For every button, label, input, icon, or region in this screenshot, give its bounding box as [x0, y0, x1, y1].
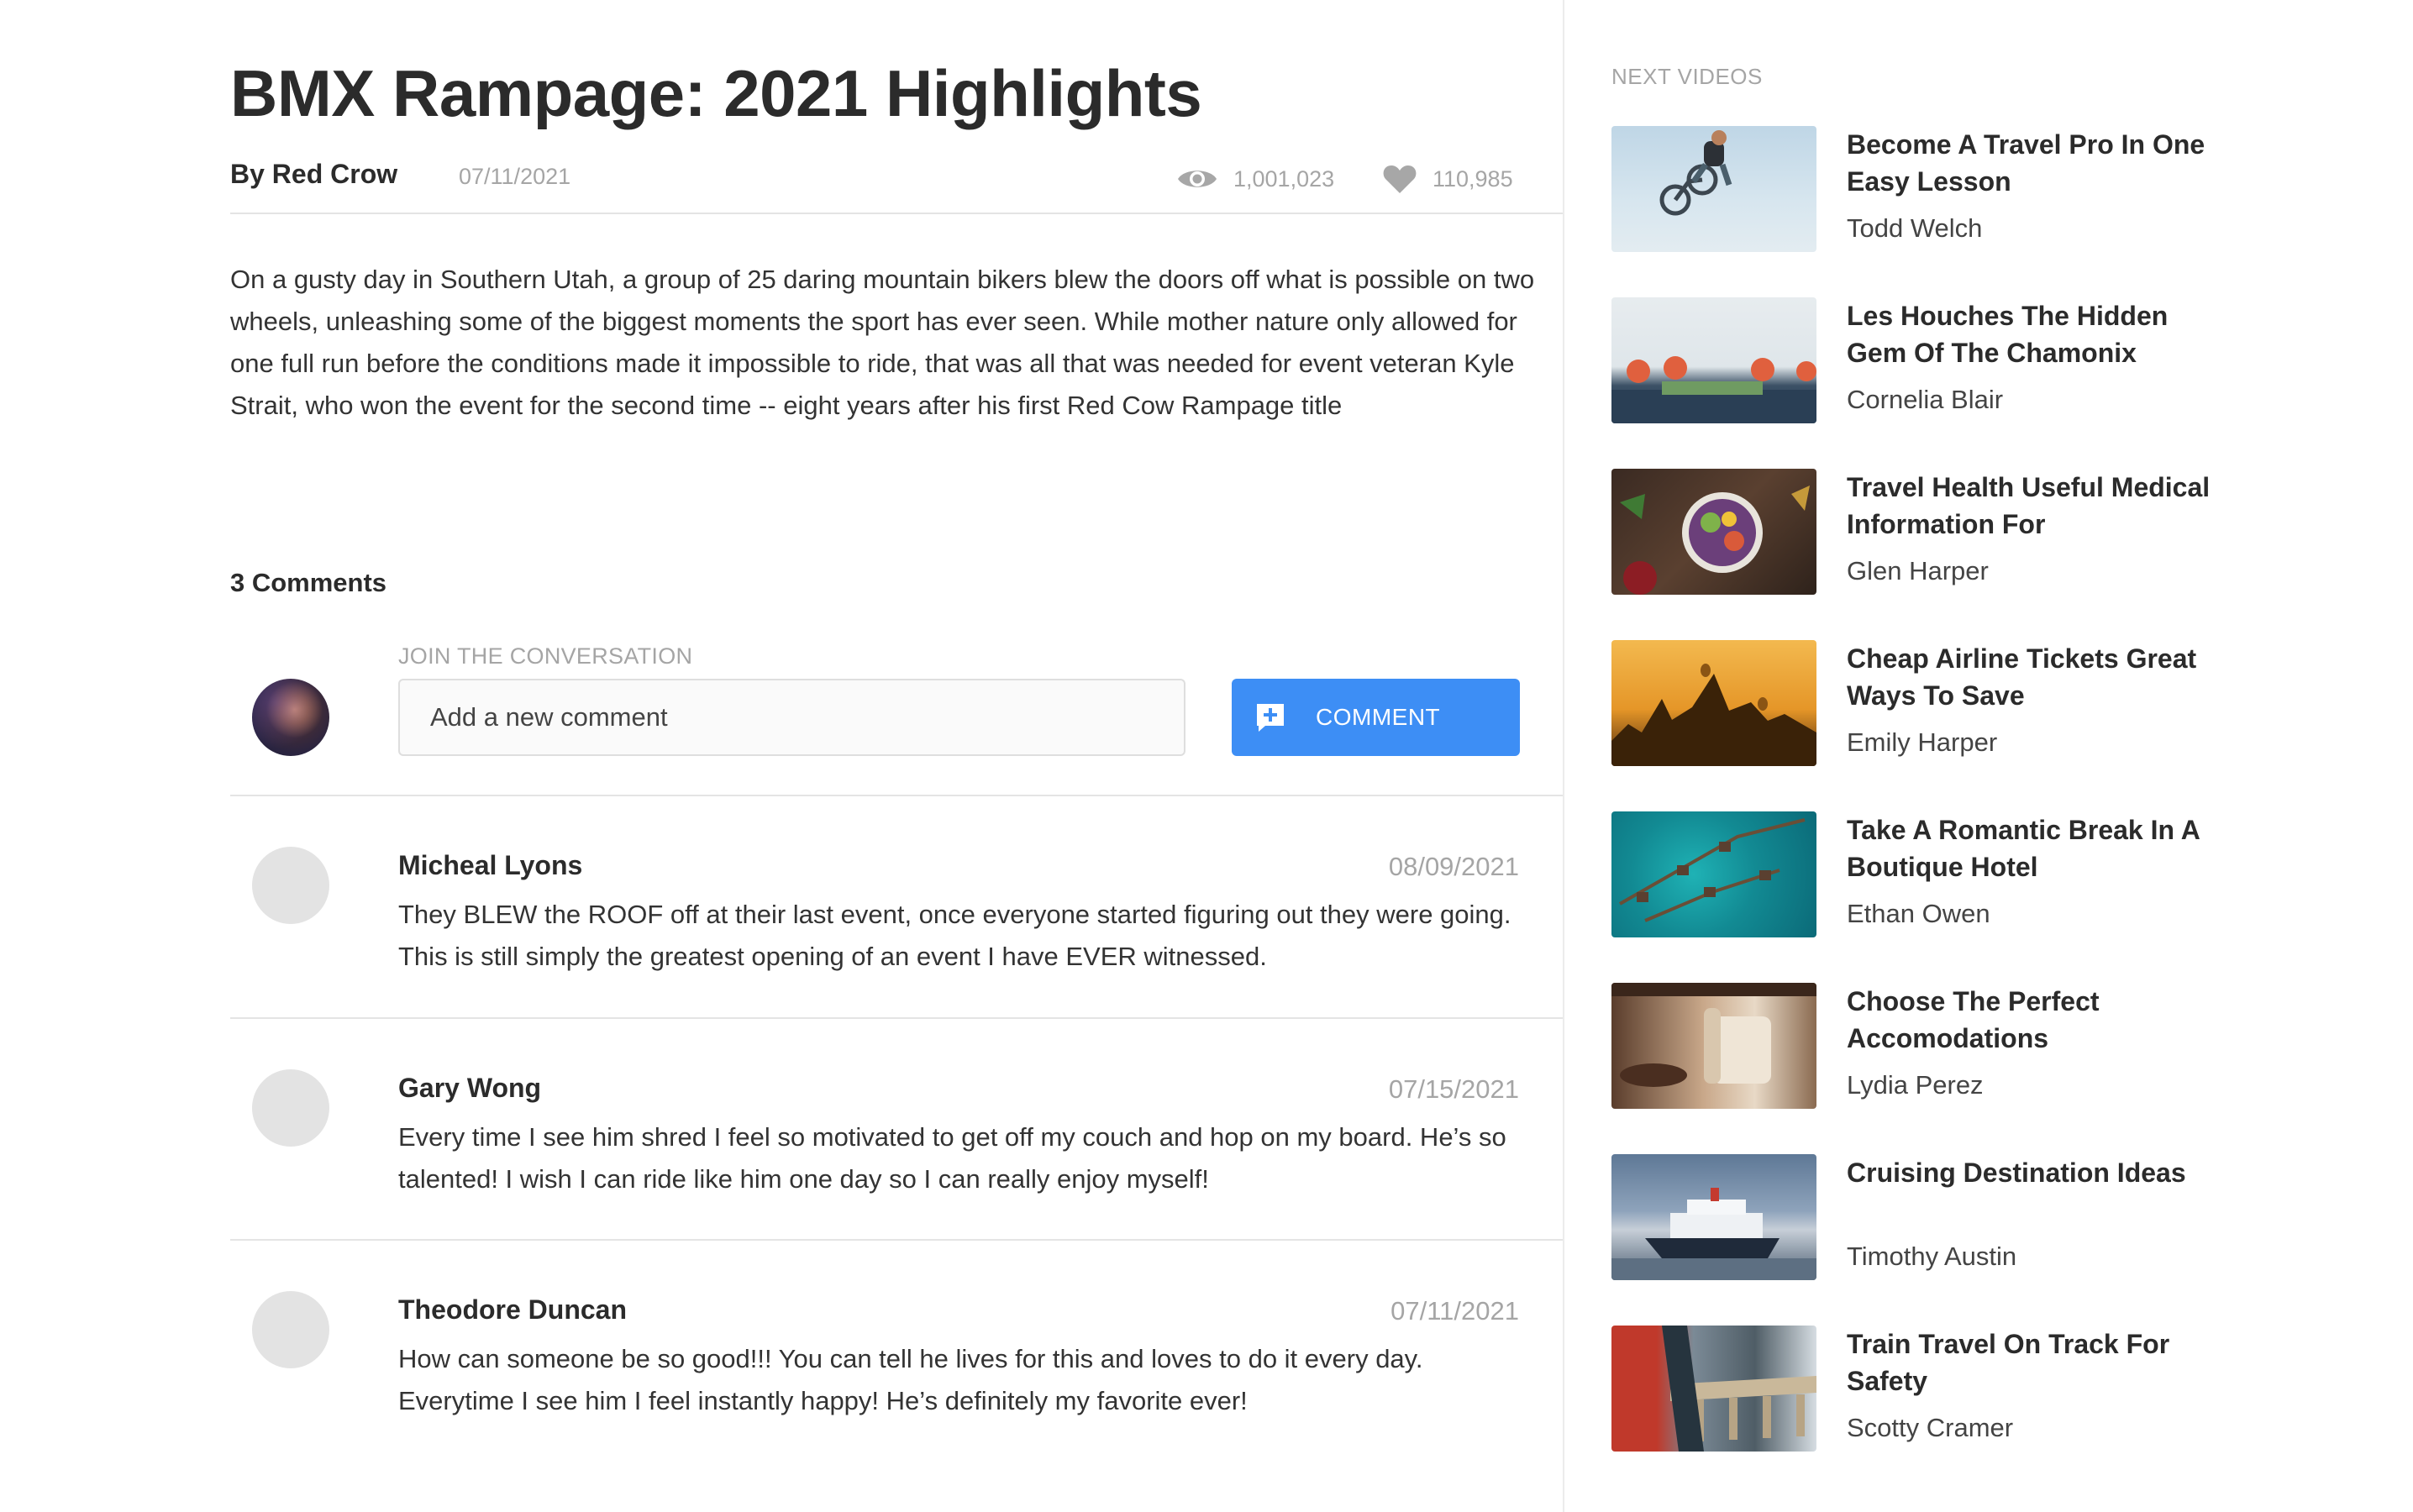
article-description: On a gusty day in Southern Utah, a group… — [230, 265, 1535, 420]
video-author: Cornelia Blair — [1847, 385, 2004, 414]
current-user-avatar — [252, 679, 329, 756]
next-videos-heading: NEXT VIDEOS — [1611, 64, 1763, 89]
video-author: Timothy Austin — [1847, 1242, 2017, 1271]
video-card[interactable]: Become A Travel Pro In One Easy Lesson T… — [1611, 126, 2368, 252]
comments-divider — [230, 795, 1563, 796]
comment-input[interactable] — [398, 679, 1185, 756]
commenter-name[interactable]: Gary Wong — [398, 1073, 541, 1104]
video-thumbnail[interactable] — [1611, 983, 1816, 1109]
article-author[interactable]: By Red Crow — [230, 159, 397, 190]
video-thumbnail[interactable] — [1611, 297, 1816, 423]
video-title[interactable]: Become A Travel Pro In One Easy Lesson — [1847, 126, 2225, 200]
video-thumbnail[interactable] — [1611, 811, 1816, 937]
views-stat: 1,001,023 — [1176, 158, 1334, 200]
article-date: 07/11/2021 — [459, 164, 571, 189]
video-card[interactable]: Cheap Airline Tickets Great Ways To Save… — [1611, 640, 2368, 766]
comment-button-label: COMMENT — [1316, 704, 1441, 730]
video-author: Emily Harper — [1847, 727, 1998, 757]
commenter-avatar — [252, 1069, 329, 1147]
video-thumbnail[interactable] — [1611, 1154, 1816, 1280]
video-thumbnail[interactable] — [1611, 640, 1816, 766]
commenter-avatar — [252, 1291, 329, 1368]
meta-divider — [230, 213, 1563, 214]
eye-icon — [1176, 165, 1218, 193]
comment-button[interactable]: COMMENT — [1232, 679, 1520, 756]
video-card[interactable]: Choose The Perfect Accomodations Lydia P… — [1611, 983, 2368, 1109]
video-card[interactable]: Travel Health Useful Medical Information… — [1611, 469, 2368, 595]
video-title[interactable]: Travel Health Useful Medical Information… — [1847, 469, 2225, 543]
video-thumbnail[interactable] — [1611, 126, 1816, 252]
video-title[interactable]: Cheap Airline Tickets Great Ways To Save — [1847, 640, 2225, 714]
article-title: BMX Rampage: 2021 Highlights — [230, 56, 1202, 130]
comment-date: 07/15/2021 — [1388, 1074, 1519, 1104]
comment-text: They BLEW the ROOF off at their last eve… — [398, 900, 1511, 971]
video-author: Todd Welch — [1847, 213, 1983, 243]
video-thumbnail[interactable] — [1611, 1326, 1816, 1452]
add-comment-icon — [1254, 701, 1287, 734]
video-title[interactable]: Les Houches The Hidden Gem Of The Chamon… — [1847, 297, 2225, 371]
video-card[interactable]: Take A Romantic Break In A Boutique Hote… — [1611, 811, 2368, 937]
video-card[interactable]: Train Travel On Track For Safety Scotty … — [1611, 1326, 2368, 1452]
comment-text: Every time I see him shred I feel so mot… — [398, 1122, 1506, 1194]
video-author: Scotty Cramer — [1847, 1413, 2014, 1442]
video-title[interactable]: Take A Romantic Break In A Boutique Hote… — [1847, 811, 2225, 885]
commenter-name[interactable]: Theodore Duncan — [398, 1294, 627, 1326]
likes-stat[interactable]: 110,985 — [1382, 158, 1513, 200]
video-title[interactable]: Choose The Perfect Accomodations — [1847, 983, 2225, 1057]
video-author: Ethan Owen — [1847, 899, 1990, 928]
article-main: BMX Rampage: 2021 Highlights By Red Crow… — [0, 0, 1563, 1512]
heart-icon[interactable] — [1382, 163, 1417, 195]
video-thumbnail[interactable] — [1611, 469, 1816, 595]
join-conversation-label: JOIN THE CONVERSATION — [398, 643, 693, 669]
comment-item: Gary Wong 07/15/2021 Every time I see hi… — [230, 1069, 1563, 1237]
video-author: Lydia Perez — [1847, 1070, 1984, 1100]
video-title[interactable]: Cruising Destination Ideas — [1847, 1154, 2225, 1191]
comment-text: How can someone be so good!!! You can te… — [398, 1344, 1423, 1415]
next-videos-sidebar: NEXT VIDEOS Become A Travel Pro In One E… — [1564, 0, 2413, 1512]
comment-item: Micheal Lyons 08/09/2021 They BLEW the R… — [230, 847, 1563, 1015]
comment-date: 07/11/2021 — [1390, 1296, 1519, 1326]
commenter-name[interactable]: Micheal Lyons — [398, 850, 582, 881]
comment-divider — [230, 1017, 1563, 1019]
comments-count: 3 Comments — [230, 568, 387, 597]
video-title[interactable]: Train Travel On Track For Safety — [1847, 1326, 2225, 1399]
comment-item: Theodore Duncan 07/11/2021 How can someo… — [230, 1291, 1563, 1459]
video-card[interactable]: Les Houches The Hidden Gem Of The Chamon… — [1611, 297, 2368, 423]
video-author: Glen Harper — [1847, 556, 1989, 585]
comment-date: 08/09/2021 — [1388, 852, 1519, 881]
views-count: 1,001,023 — [1233, 165, 1335, 192]
commenter-avatar — [252, 847, 329, 924]
comment-divider — [230, 1239, 1563, 1241]
likes-count: 110,985 — [1433, 165, 1513, 192]
video-card[interactable]: Cruising Destination Ideas Timothy Austi… — [1611, 1154, 2368, 1280]
